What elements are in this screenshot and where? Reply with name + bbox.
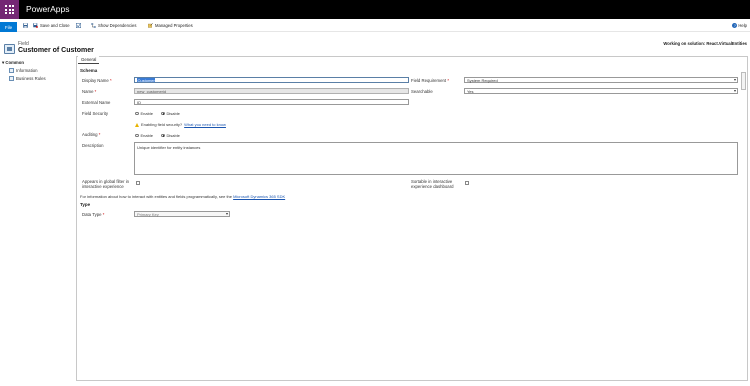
field-security-enable-option[interactable]: Enable	[135, 111, 153, 116]
description-textarea[interactable]: Unique identifier for entity instances	[134, 142, 738, 175]
page-title: Customer of Customer	[18, 47, 94, 54]
data-type-value: Primary Key	[137, 212, 159, 217]
name-label: Name *	[82, 89, 96, 94]
save-icon	[23, 23, 28, 28]
description-label: Description	[82, 143, 104, 148]
display-name-label: Display Name *	[82, 78, 112, 83]
searchable-select[interactable]: Yes	[464, 88, 738, 94]
nav-item-business-rules[interactable]: Business Rules	[9, 76, 46, 81]
nav-section-common-label: Common	[5, 60, 24, 65]
top-bar	[0, 0, 750, 19]
sortable-label: Sortable in interactive experience dashb…	[411, 179, 454, 189]
auditing-label: Auditing *	[82, 132, 100, 137]
auditing-disable-option[interactable]: Disable	[161, 133, 180, 138]
information-icon	[9, 68, 14, 73]
auditing-label-text: Auditing	[82, 132, 98, 137]
radio-button-selected[interactable]	[161, 133, 165, 138]
global-filter-label: Appears in global filter in interactive …	[82, 179, 129, 189]
nav-item-information[interactable]: Information	[9, 68, 38, 73]
sortable-label-line2: experience dashboard	[411, 184, 454, 189]
warning-text: Enabling field security?	[141, 122, 183, 127]
field-security-warning: Enabling field security? What you need t…	[135, 122, 226, 127]
required-marker: *	[447, 78, 449, 83]
business-rules-icon	[9, 76, 14, 81]
field-security-disable-label: Disable	[166, 111, 180, 116]
field-security-enable-label: Enable	[140, 111, 153, 116]
display-name-input[interactable]: Customer	[134, 77, 409, 83]
sdk-info-sentence: For information about how to interact wi…	[80, 194, 232, 199]
sdk-info-text: For information about how to interact wi…	[80, 194, 285, 199]
auditing-enable-option[interactable]: Enable	[135, 133, 153, 138]
field-entity-icon	[4, 44, 15, 54]
field-requirement-label-text: Field Requirement	[411, 78, 447, 83]
required-marker: *	[94, 89, 97, 94]
nav-item-label: Business Rules	[16, 76, 46, 81]
app-title: PowerApps	[26, 4, 70, 14]
sortable-checkbox[interactable]	[465, 181, 469, 185]
sdk-link[interactable]: Microsoft Dynamics 365 SDK	[233, 194, 285, 199]
name-input: new_customerid	[134, 88, 409, 94]
field-requirement-label: Field Requirement *	[411, 78, 449, 83]
name-label-text: Name	[82, 89, 94, 94]
display-name-label-text: Display Name	[82, 78, 109, 83]
section-type: Type	[80, 202, 91, 207]
what-you-need-to-know-link[interactable]: What you need to know	[184, 122, 226, 127]
app-launcher-button[interactable]	[0, 0, 19, 19]
data-type-select: Primary Key	[134, 211, 230, 217]
chevron-down-icon	[225, 213, 228, 216]
required-marker: *	[102, 212, 105, 217]
action-button[interactable]	[76, 21, 81, 30]
tab-general[interactable]: General	[78, 56, 100, 64]
radio-button[interactable]	[135, 111, 139, 116]
field-security-disable-option[interactable]: Disable	[161, 111, 180, 116]
section-schema: Schema	[80, 68, 98, 73]
warning-icon	[135, 122, 139, 127]
waffle-icon	[5, 5, 14, 14]
save-close-icon	[33, 23, 38, 28]
managed-properties-icon	[148, 23, 153, 28]
radio-button[interactable]	[135, 133, 139, 138]
show-dependencies-label: Show Dependencies	[98, 23, 137, 28]
nav-item-label: Information	[16, 68, 38, 73]
auditing-enable-label: Enable	[140, 133, 153, 138]
save-and-close-label: Save and Close	[40, 23, 70, 28]
display-name-value: Customer	[137, 78, 156, 83]
searchable-value: Yes	[467, 89, 474, 94]
managed-properties-label: Managed Properties	[155, 23, 193, 28]
help-button[interactable]: ? Help	[732, 21, 747, 30]
auditing-disable-label: Disable	[166, 133, 180, 138]
required-marker: *	[109, 78, 112, 83]
grid-action-icon	[76, 23, 81, 28]
data-type-label-text: Data Type	[82, 212, 102, 217]
help-icon: ?	[732, 23, 738, 28]
managed-properties-button[interactable]: Managed Properties	[148, 21, 193, 30]
searchable-label: Searchable	[411, 89, 433, 94]
external-name-input[interactable]: ID	[134, 99, 409, 105]
field-requirement-select[interactable]: System Required	[464, 77, 738, 83]
required-marker: *	[98, 132, 101, 137]
dependencies-icon	[91, 23, 96, 28]
show-dependencies-button[interactable]: Show Dependencies	[91, 21, 136, 30]
scrollbar[interactable]	[741, 72, 746, 90]
save-and-close-button[interactable]: Save and Close	[33, 21, 70, 30]
radio-button-selected[interactable]	[161, 111, 165, 116]
external-name-label: External Name	[82, 100, 111, 105]
solution-indicator: Working on solution: React.VirtualEntiti…	[663, 41, 747, 46]
global-filter-checkbox[interactable]	[136, 181, 140, 185]
nav-section-common[interactable]: ▾ Common	[2, 60, 24, 66]
field-requirement-value: System Required	[467, 78, 498, 83]
file-button[interactable]: File	[0, 22, 17, 32]
field-security-label: Field Security	[82, 111, 109, 116]
chevron-down-icon	[733, 79, 736, 82]
global-filter-label-line2: interactive experience	[82, 184, 124, 189]
save-button[interactable]	[23, 21, 28, 30]
help-label: Help	[738, 23, 747, 28]
chevron-down-icon	[733, 90, 736, 93]
data-type-label: Data Type *	[82, 212, 104, 217]
